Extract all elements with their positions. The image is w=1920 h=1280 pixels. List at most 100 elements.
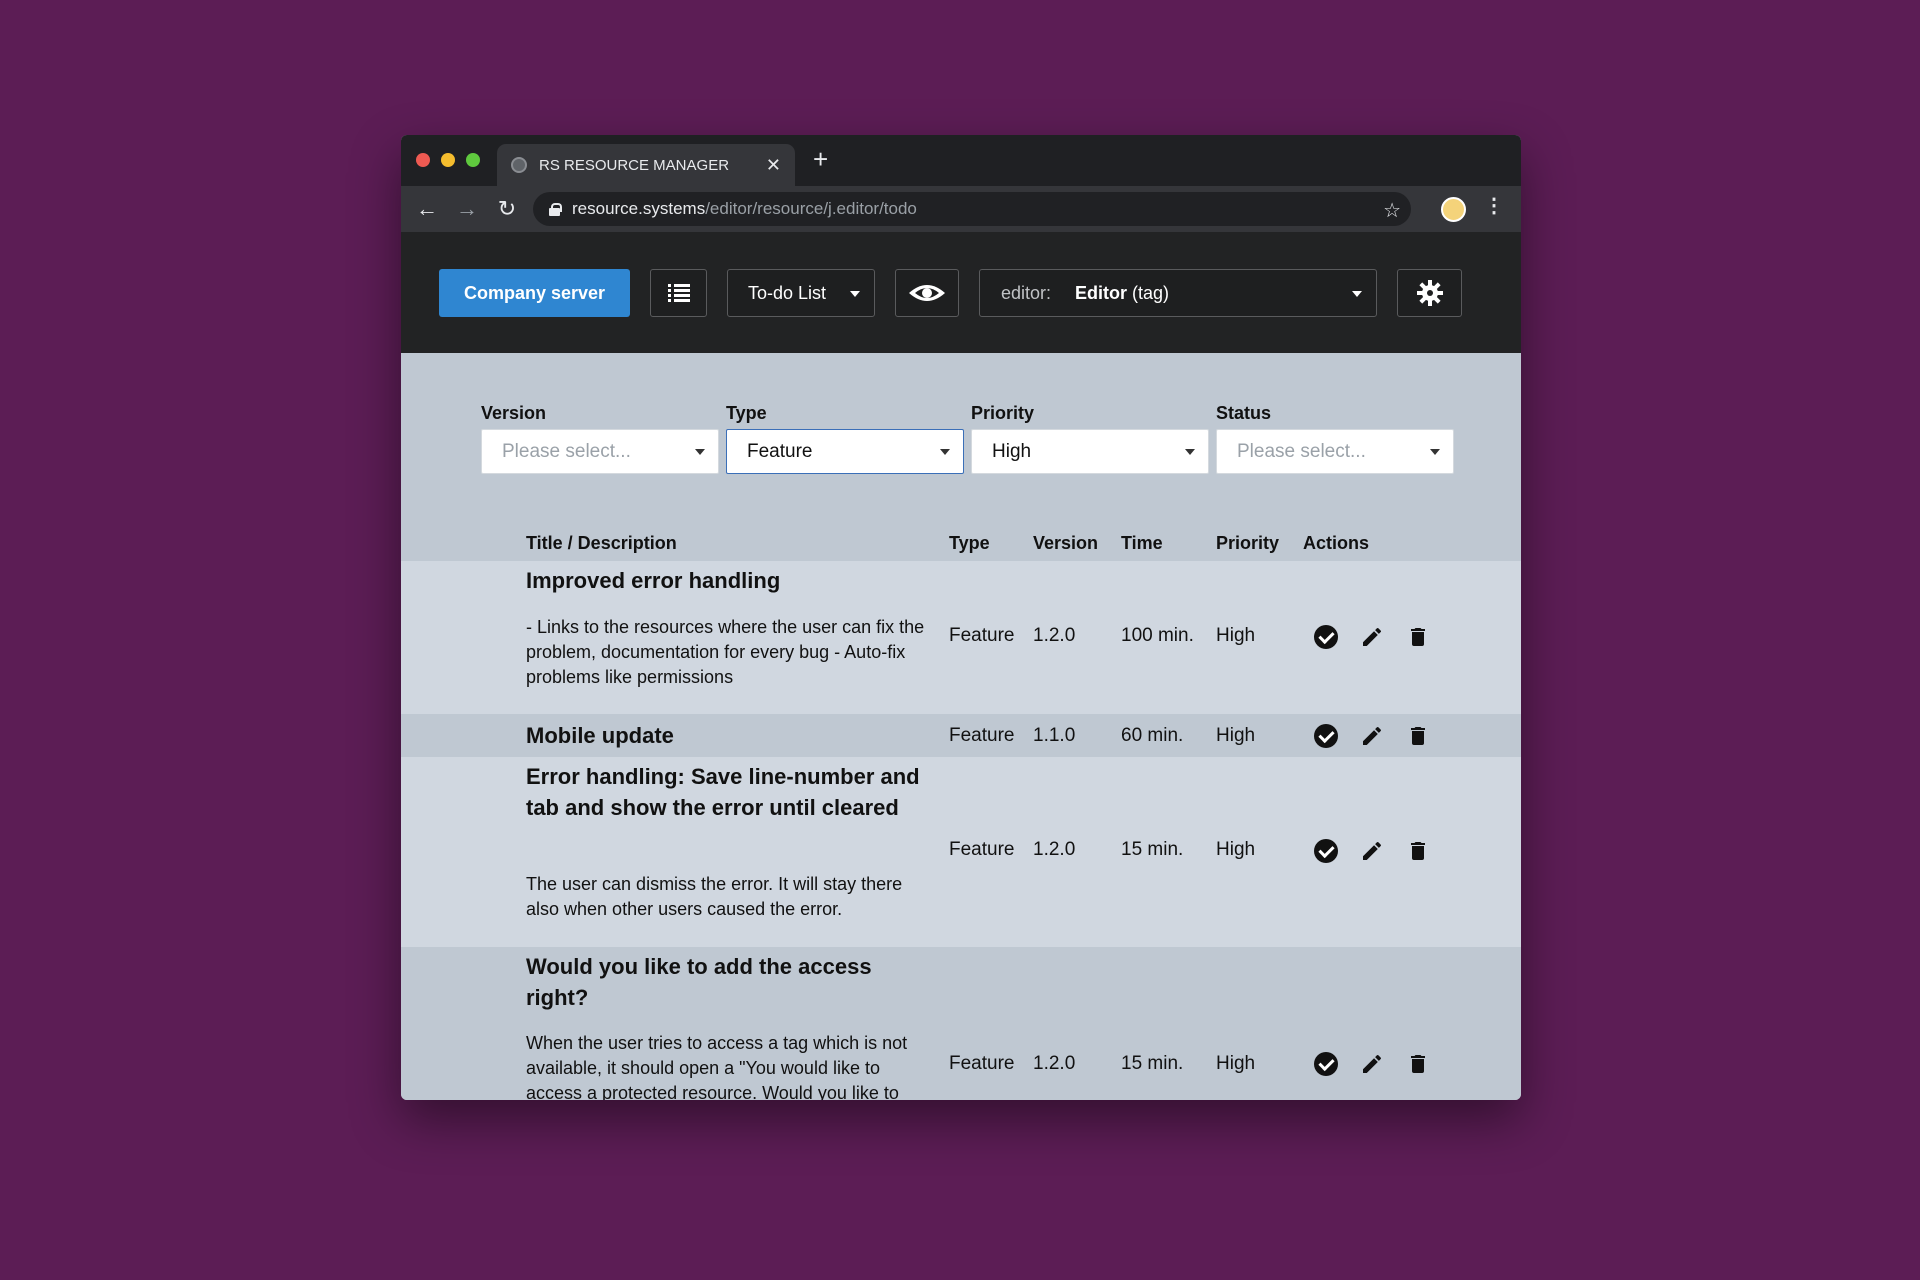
filter-label: Status (1216, 403, 1272, 423)
reload-icon[interactable]: ↻ (487, 198, 527, 220)
browser-menu-icon[interactable]: ⋮ (1484, 196, 1504, 216)
minimize-window-button[interactable] (441, 153, 455, 167)
select-value: Feature (747, 440, 813, 462)
back-arrow-icon[interactable]: ← (407, 198, 447, 220)
row-version: 1.2.0 (1033, 839, 1076, 860)
table-header: Title / Description Type Version Time Pr… (401, 529, 1521, 561)
table-row: Mobile update Feature 1.1.0 60 min. High (401, 714, 1521, 757)
list-view-button[interactable] (650, 269, 707, 317)
lock-icon (549, 202, 562, 216)
select-value: High (992, 440, 1032, 462)
pencil-icon[interactable] (1360, 1052, 1384, 1076)
editor-prefix: editor: (1001, 282, 1052, 303)
company-server-button[interactable]: Company server (439, 269, 630, 317)
row-title: Mobile update (526, 723, 674, 748)
select-placeholder: Please select... (1237, 440, 1366, 462)
preview-button[interactable] (895, 269, 959, 317)
editor-value: Editor (1075, 282, 1128, 303)
row-time: 15 min. (1121, 839, 1184, 860)
filter-label: Version (481, 403, 547, 423)
row-description: When the user tries to access a tag whic… (526, 1033, 908, 1100)
type-select[interactable]: Feature (726, 429, 964, 474)
row-title: Error handling: Save line-number and tab… (526, 764, 920, 820)
pencil-icon[interactable] (1360, 724, 1384, 748)
row-description: - Links to the resources where the user … (526, 617, 925, 687)
maximize-window-button[interactable] (466, 153, 480, 167)
editor-select[interactable]: editor: Editor (tag) (979, 269, 1377, 317)
row-type: Feature (949, 625, 1015, 646)
filter-label: Priority (971, 403, 1035, 423)
eye-icon (909, 285, 945, 301)
new-tab-button[interactable]: + (813, 146, 828, 172)
type-filter: Type Feature (726, 403, 964, 474)
chevron-down-icon (1352, 291, 1362, 297)
url-host: resource.systems (572, 199, 706, 218)
chevron-down-icon (1185, 449, 1195, 455)
chevron-down-icon (940, 449, 950, 455)
column-header-title: Title / Description (526, 533, 677, 553)
app-header: Company server To-do List editor: Editor… (401, 232, 1521, 353)
tab-title: RS RESOURCE MANAGER (539, 156, 730, 174)
gear-icon (1416, 280, 1443, 306)
check-icon[interactable] (1314, 625, 1338, 649)
check-icon[interactable] (1314, 839, 1338, 863)
close-tab-icon[interactable]: ✕ (766, 156, 781, 174)
row-time: 100 min. (1121, 625, 1194, 646)
globe-icon (511, 157, 527, 173)
view-select[interactable]: To-do List (727, 269, 875, 317)
row-priority: High (1216, 1053, 1256, 1074)
trash-icon[interactable] (1406, 839, 1430, 863)
row-priority: High (1216, 725, 1256, 746)
trash-icon[interactable] (1406, 625, 1430, 649)
list-icon (667, 284, 690, 302)
table-row: Improved error handling - Links to the r… (401, 561, 1521, 714)
filter-bar: Version Please select... Type Feature Pr… (481, 403, 1454, 474)
row-title: Would you like to add the access right? (526, 954, 872, 1010)
row-time: 60 min. (1121, 725, 1184, 746)
version-filter: Version Please select... (481, 403, 719, 474)
close-window-button[interactable] (416, 153, 430, 167)
row-priority: High (1216, 625, 1256, 646)
row-version: 1.2.0 (1033, 1053, 1076, 1074)
bookmark-star-icon[interactable]: ☆ (1383, 198, 1401, 223)
priority-filter: Priority High (971, 403, 1209, 474)
row-description: The user can dismiss the error. It will … (526, 874, 903, 919)
pencil-icon[interactable] (1360, 839, 1384, 863)
forward-arrow-icon[interactable]: → (447, 198, 487, 220)
row-type: Feature (949, 839, 1015, 860)
filter-label: Type (726, 403, 767, 423)
pencil-icon[interactable] (1360, 625, 1384, 649)
status-select[interactable]: Please select... (1216, 429, 1454, 474)
browser-window: RS RESOURCE MANAGER ✕ + ← → ↻ resource.s… (401, 135, 1521, 1100)
version-select[interactable]: Please select... (481, 429, 719, 474)
chevron-down-icon (1430, 449, 1440, 455)
select-placeholder: Please select... (502, 440, 631, 462)
column-header-priority: Priority (1216, 533, 1280, 553)
view-select-value: To-do List (748, 282, 827, 303)
table-row: Error handling: Save line-number and tab… (401, 757, 1521, 947)
priority-select[interactable]: High (971, 429, 1209, 474)
row-version: 1.2.0 (1033, 625, 1076, 646)
profile-avatar[interactable] (1441, 197, 1466, 222)
url-path: /editor/resource/j.editor/todo (705, 199, 917, 218)
column-header-type: Type (949, 533, 990, 553)
row-time: 15 min. (1121, 1053, 1184, 1074)
address-bar[interactable]: resource.systems/editor/resource/j.edito… (533, 192, 1411, 226)
check-icon[interactable] (1314, 724, 1338, 748)
settings-button[interactable] (1397, 269, 1462, 317)
trash-icon[interactable] (1406, 724, 1430, 748)
column-header-actions: Actions (1303, 533, 1370, 553)
trash-icon[interactable] (1406, 1052, 1430, 1076)
check-icon[interactable] (1314, 1052, 1338, 1076)
chevron-down-icon (850, 291, 860, 297)
row-type: Feature (949, 1053, 1015, 1074)
browser-toolbar: ← → ↻ resource.systems/editor/resource/j… (401, 186, 1521, 232)
row-version: 1.1.0 (1033, 725, 1076, 746)
row-priority: High (1216, 839, 1256, 860)
browser-tab[interactable]: RS RESOURCE MANAGER ✕ (497, 144, 795, 186)
row-title: Improved error handling (526, 568, 781, 593)
editor-suffix: (tag) (1132, 282, 1170, 303)
chevron-down-icon (695, 449, 705, 455)
column-header-time: Time (1121, 533, 1163, 553)
window-controls (416, 153, 480, 167)
